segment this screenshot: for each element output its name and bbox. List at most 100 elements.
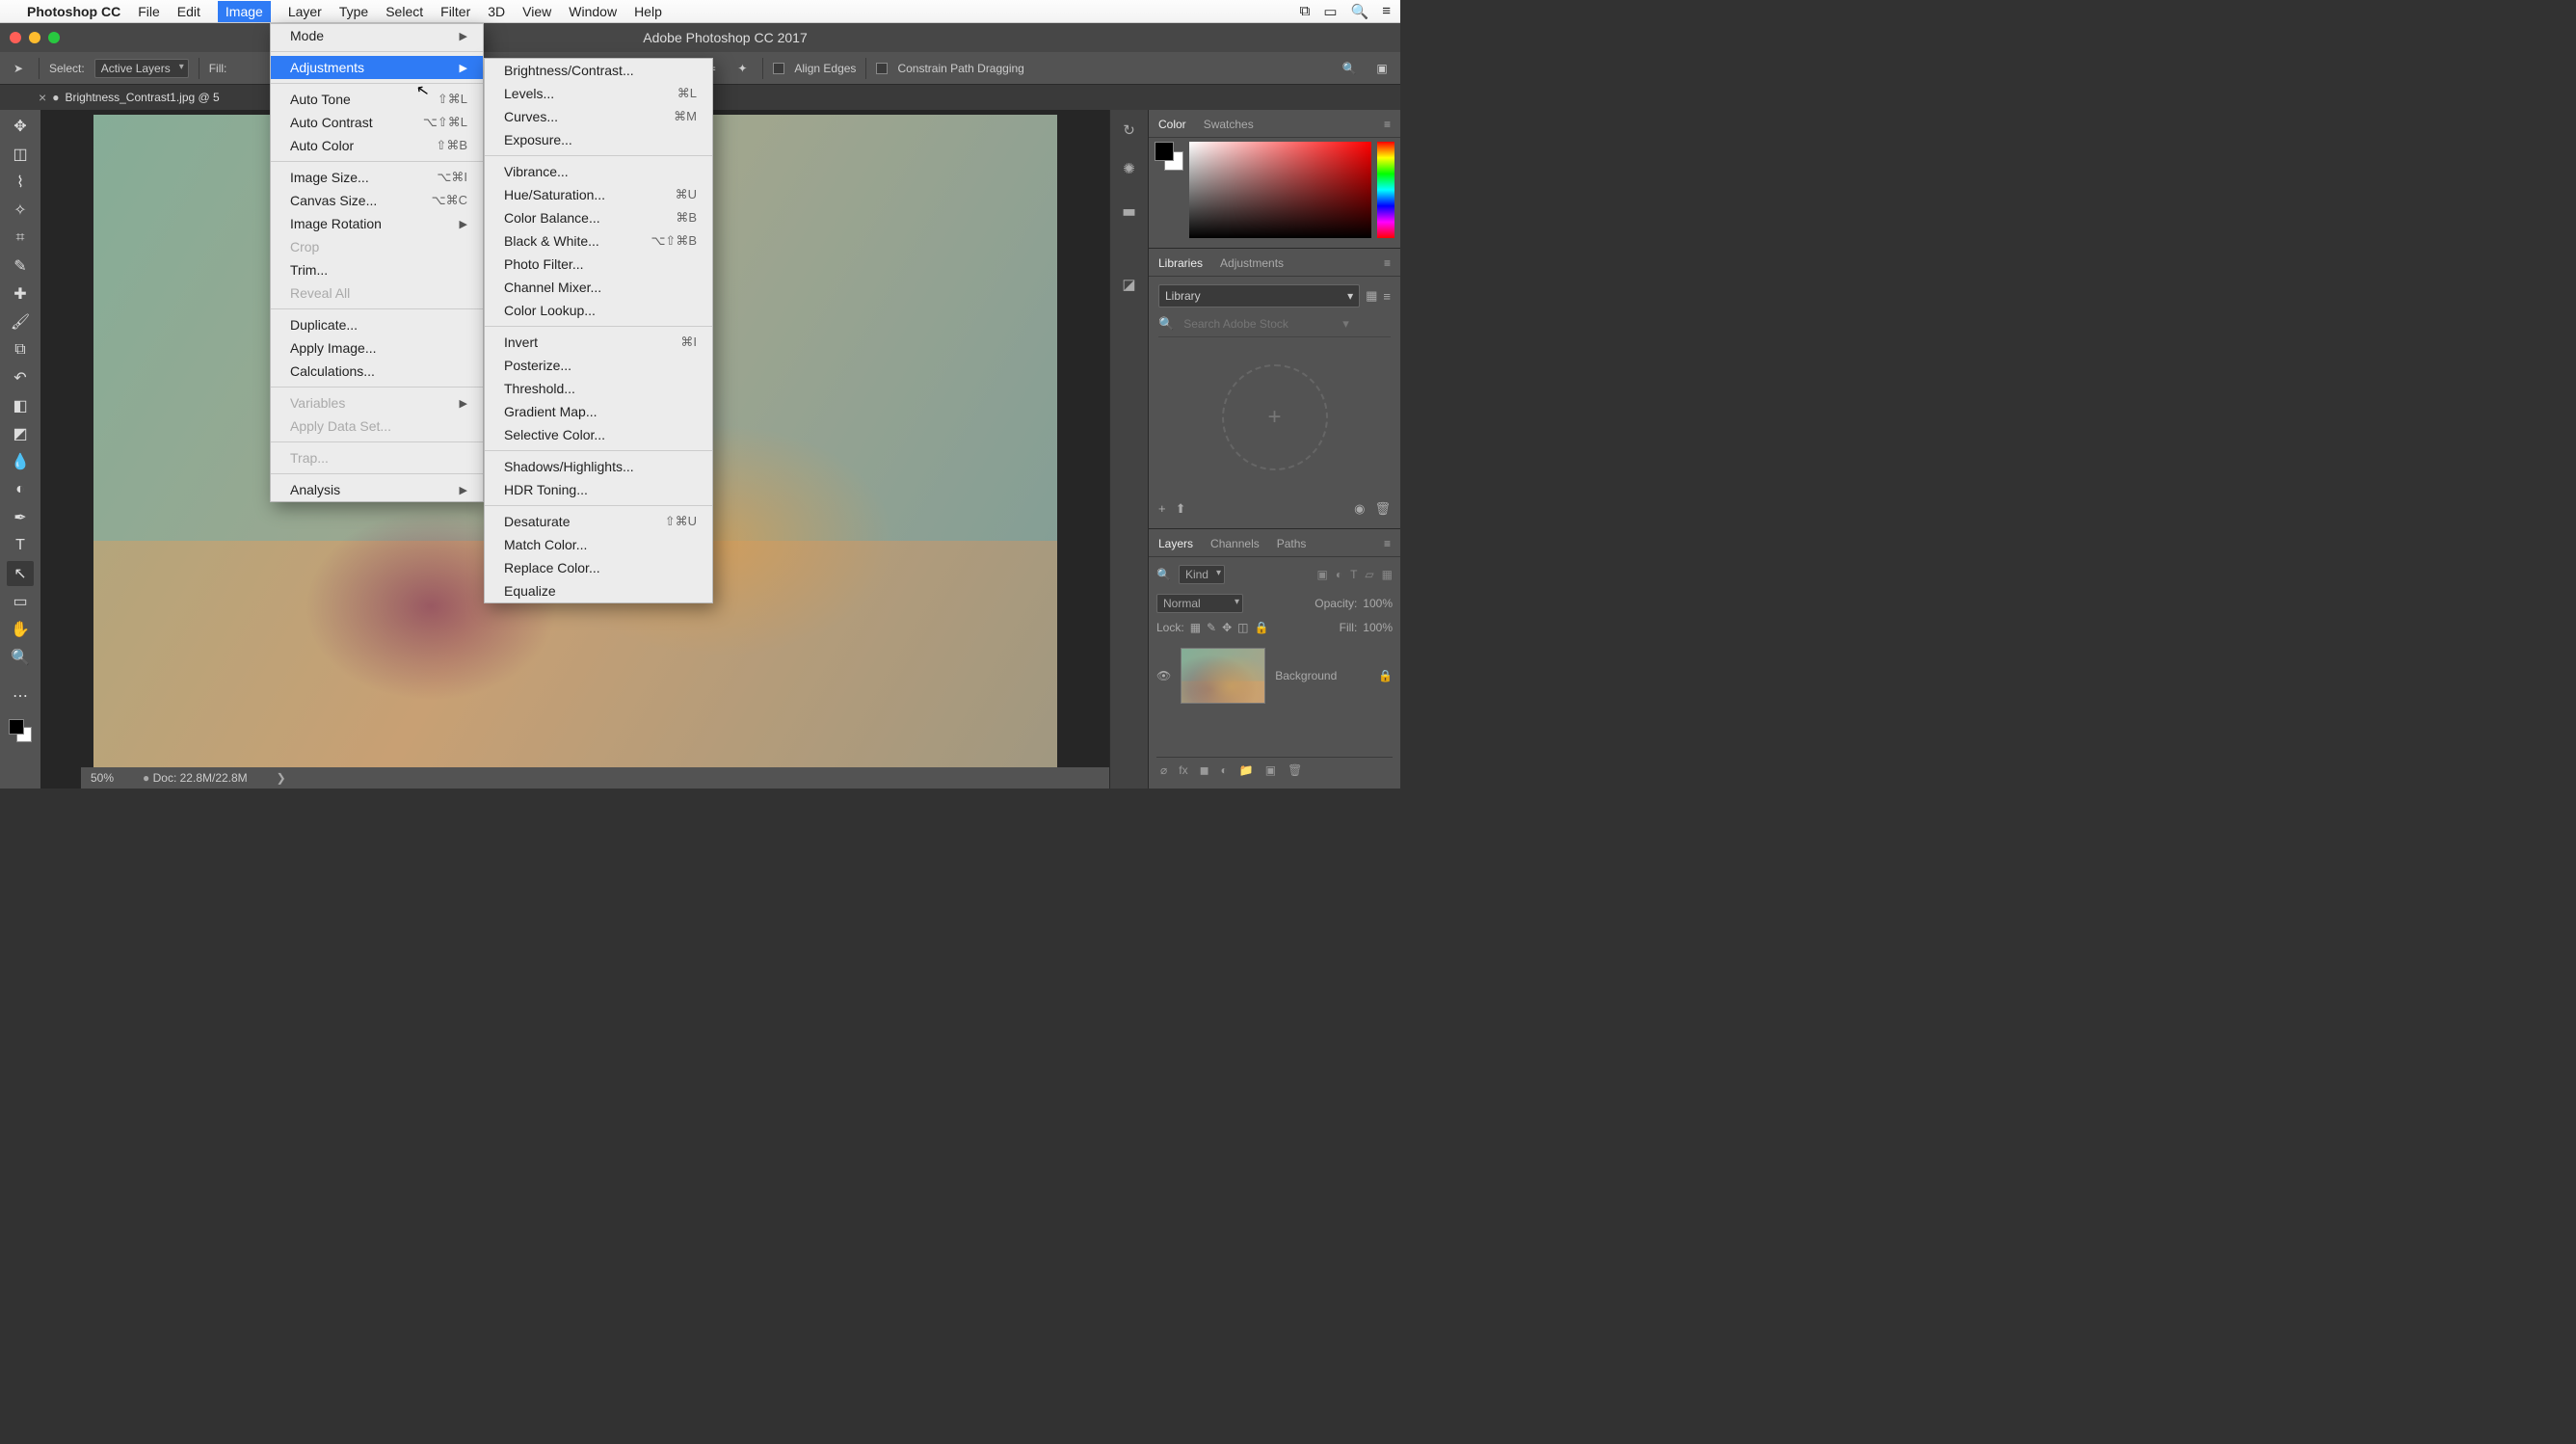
menu-item-color-balance[interactable]: Color Balance...⌘B: [485, 206, 712, 229]
histogram-panel-icon[interactable]: ▃: [1124, 199, 1135, 216]
color-field[interactable]: [1189, 142, 1371, 238]
filter-type-icon[interactable]: T: [1350, 568, 1357, 581]
link-layers-icon[interactable]: ⌀: [1160, 763, 1167, 777]
tool-gradient[interactable]: ◩: [7, 421, 34, 446]
tab-color[interactable]: Color: [1158, 118, 1186, 131]
menu-item-apply-image[interactable]: Apply Image...: [271, 336, 483, 360]
menu-item-analysis[interactable]: Analysis▶: [271, 478, 483, 501]
menu-item-auto-color[interactable]: Auto Color⇧⌘B: [271, 134, 483, 157]
menu-edit[interactable]: Edit: [177, 4, 200, 19]
new-layer-icon[interactable]: ▣: [1265, 763, 1276, 777]
menu-item-image-rotation[interactable]: Image Rotation▶: [271, 212, 483, 235]
tool-stamp[interactable]: ⧉: [7, 337, 34, 362]
layer-fx-icon[interactable]: fx: [1179, 763, 1187, 777]
menu-select[interactable]: Select: [385, 4, 423, 19]
tool-dodge[interactable]: ◐: [7, 477, 34, 502]
menu-item-canvas-size[interactable]: Canvas Size...⌥⌘C: [271, 189, 483, 212]
tool-blur[interactable]: 💧: [7, 449, 34, 474]
library-drop-zone[interactable]: +: [1158, 345, 1391, 490]
menu-view[interactable]: View: [522, 4, 551, 19]
tool-brush[interactable]: 🖌: [7, 309, 34, 334]
constrain-checkbox[interactable]: [876, 63, 888, 74]
menu-item-adjustments[interactable]: Adjustments▶: [271, 56, 483, 79]
tool-more-icon[interactable]: ⋯: [7, 683, 34, 709]
tool-eyedropper[interactable]: ✎: [7, 254, 34, 279]
menu-item-gradient-map[interactable]: Gradient Map...: [485, 400, 712, 423]
tab-libraries[interactable]: Libraries: [1158, 256, 1203, 270]
menu-file[interactable]: File: [138, 4, 160, 19]
libraries-panel-menu-icon[interactable]: ≡: [1384, 256, 1391, 270]
tool-history[interactable]: ↶: [7, 365, 34, 390]
layer-thumbnail[interactable]: [1181, 648, 1265, 704]
tool-hand[interactable]: ✋: [7, 617, 34, 642]
layers-panel-menu-icon[interactable]: ≡: [1384, 537, 1391, 550]
tool-lasso[interactable]: ⌇: [7, 170, 34, 195]
menu-item-auto-tone[interactable]: Auto Tone⇧⌘L: [271, 88, 483, 111]
search-dropdown-icon[interactable]: ▾: [1342, 316, 1349, 332]
menu-item-channel-mixer[interactable]: Channel Mixer...: [485, 276, 712, 299]
blend-mode-select[interactable]: Normal: [1156, 594, 1243, 613]
view-list-icon[interactable]: ≡: [1383, 289, 1391, 304]
menu-item-equalize[interactable]: Equalize: [485, 579, 712, 602]
brush-panel-icon[interactable]: ✺: [1123, 160, 1135, 177]
add-library-circle[interactable]: +: [1222, 364, 1328, 470]
cp-foreground-swatch[interactable]: [1155, 142, 1174, 161]
menu-item-black-white[interactable]: Black & White...⌥⇧⌘B: [485, 229, 712, 253]
group-icon[interactable]: 📁: [1239, 763, 1254, 777]
menu-item-vibrance[interactable]: Vibrance...: [485, 160, 712, 183]
menu-item-mode[interactable]: Mode▶: [271, 24, 483, 47]
lock-pixels-icon[interactable]: ▦: [1190, 621, 1201, 634]
tool-wand[interactable]: ✧: [7, 198, 34, 223]
workspace-icon[interactable]: ▣: [1371, 58, 1393, 79]
tool-marquee[interactable]: ◫: [7, 142, 34, 167]
menu-item-desaturate[interactable]: Desaturate⇧⌘U: [485, 510, 712, 533]
menu-help[interactable]: Help: [634, 4, 662, 19]
align-edges-checkbox[interactable]: [773, 63, 784, 74]
minimize-window-button[interactable]: [29, 32, 40, 43]
menu-item-color-lookup[interactable]: Color Lookup...: [485, 299, 712, 322]
layer-row-background[interactable]: 👁 Background 🔒: [1156, 638, 1393, 713]
layers-filter-kind[interactable]: Kind: [1179, 565, 1225, 584]
shapes-panel-icon[interactable]: ◪: [1122, 276, 1135, 293]
status-arrow-icon[interactable]: ❯: [277, 771, 286, 785]
color-panel-menu-icon[interactable]: ≡: [1384, 118, 1391, 131]
menu-item-levels[interactable]: Levels...⌘L: [485, 82, 712, 105]
tool-path[interactable]: ↖: [7, 561, 34, 586]
arrange-icon[interactable]: ✦: [731, 58, 753, 79]
menu-item-image-size[interactable]: Image Size...⌥⌘I: [271, 166, 483, 189]
tool-preset-icon[interactable]: ➤: [8, 58, 29, 79]
search-icon[interactable]: 🔍: [1339, 58, 1360, 79]
tool-heal[interactable]: ✚: [7, 281, 34, 307]
tool-crop[interactable]: ⌗: [7, 226, 34, 251]
layer-mask-icon[interactable]: ◼: [1200, 763, 1209, 777]
tool-zoom[interactable]: 🔍: [7, 645, 34, 670]
fill-value[interactable]: 100%: [1363, 621, 1393, 634]
library-search-input[interactable]: [1180, 315, 1337, 333]
menu-image[interactable]: Image: [218, 1, 271, 22]
adjustment-layer-icon[interactable]: ◐: [1221, 763, 1228, 777]
menu-type[interactable]: Type: [339, 4, 368, 19]
spotlight-icon[interactable]: 🔍: [1351, 3, 1369, 20]
filter-smart-icon[interactable]: ▦: [1382, 568, 1393, 581]
tab-swatches[interactable]: Swatches: [1204, 118, 1254, 131]
menu-item-exposure[interactable]: Exposure...: [485, 128, 712, 151]
menu-item-replace-color[interactable]: Replace Color...: [485, 556, 712, 579]
tool-pen[interactable]: ✒: [7, 505, 34, 530]
menu-item-photo-filter[interactable]: Photo Filter...: [485, 253, 712, 276]
tab-close-icon[interactable]: ×: [39, 90, 46, 105]
menu-item-duplicate[interactable]: Duplicate...: [271, 313, 483, 336]
filter-adjust-icon[interactable]: ◐: [1336, 568, 1342, 581]
close-window-button[interactable]: [10, 32, 21, 43]
menu-item-brightness-contrast[interactable]: Brightness/Contrast...: [485, 59, 712, 82]
menu-item-match-color[interactable]: Match Color...: [485, 533, 712, 556]
tab-layers[interactable]: Layers: [1158, 537, 1193, 550]
history-panel-icon[interactable]: ↻: [1123, 121, 1135, 139]
menu-item-auto-contrast[interactable]: Auto Contrast⌥⇧⌘L: [271, 111, 483, 134]
cp-swatches[interactable]: [1155, 142, 1183, 171]
trash-icon[interactable]: 🗑: [1374, 501, 1391, 517]
layer-visibility-icon[interactable]: 👁: [1156, 669, 1171, 682]
delete-layer-icon[interactable]: 🗑: [1288, 763, 1302, 777]
select-dropdown[interactable]: Active Layers: [94, 59, 189, 78]
menu-item-shadows-highlights[interactable]: Shadows/Highlights...: [485, 455, 712, 478]
lock-brush-icon[interactable]: ✎: [1207, 621, 1216, 634]
